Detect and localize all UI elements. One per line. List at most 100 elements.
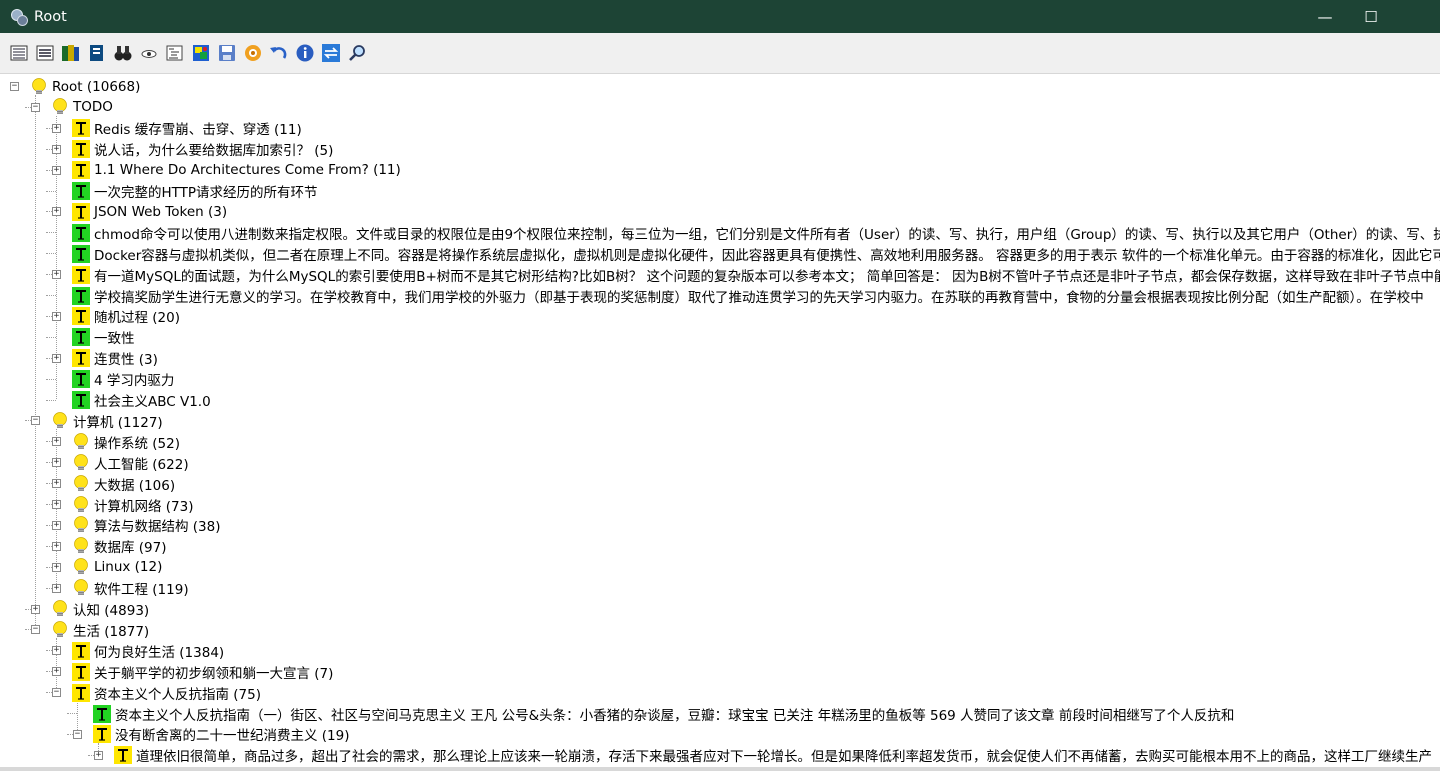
tree-node[interactable]: 资本主义个人反抗指南 (75) <box>72 682 261 703</box>
tree-node[interactable]: 大数据 (106) <box>72 473 175 494</box>
save-icon[interactable] <box>214 40 240 66</box>
tree-node-label: TODO <box>73 99 113 116</box>
collapse-button[interactable]: − <box>52 688 61 698</box>
note-icon <box>72 683 90 702</box>
expand-button[interactable]: + <box>52 520 61 530</box>
expand-button[interactable]: + <box>52 270 61 280</box>
tree-node[interactable]: Linux (12) <box>72 557 162 578</box>
expand-button[interactable]: + <box>52 144 61 154</box>
eye-icon[interactable] <box>136 40 162 66</box>
note-icon <box>72 265 90 284</box>
note-icon <box>93 725 111 744</box>
expand-button[interactable]: + <box>52 437 61 447</box>
expand-button[interactable]: + <box>31 604 40 614</box>
list-view-icon[interactable] <box>6 40 32 66</box>
tree-node-label: JSON Web Token (3) <box>94 203 228 220</box>
tree-node[interactable]: 计算机 (1127) <box>51 410 163 431</box>
tree-node[interactable]: 软件工程 (119) <box>72 578 189 599</box>
tree-node[interactable]: 算法与数据结构 (38) <box>72 515 221 536</box>
tree-node[interactable]: TODO <box>51 97 113 118</box>
tree-node[interactable]: 数据库 (97) <box>72 536 167 557</box>
binoculars-icon[interactable] <box>110 40 136 66</box>
tree-node[interactable]: Docker容器与虚拟机类似，但二者在原理上不同。容器是将操作系统层虚拟化，虚拟… <box>72 243 1440 264</box>
tree-node[interactable]: 生活 (1877) <box>51 619 149 640</box>
tree-node[interactable]: 人工智能 (622) <box>72 452 189 473</box>
book-icon[interactable] <box>84 40 110 66</box>
gear-icon[interactable] <box>240 40 266 66</box>
tree-node-label: 认知 (4893) <box>73 603 150 619</box>
close-button[interactable] <box>1394 0 1440 33</box>
tree-node[interactable]: 社会主义ABC V1.0 <box>72 390 211 411</box>
tree-node[interactable]: 计算机网络 (73) <box>72 494 194 515</box>
tree-node[interactable]: 4 学习内驱力 <box>72 369 174 390</box>
expand-button[interactable]: + <box>52 165 61 175</box>
collapse-button[interactable]: − <box>31 625 40 635</box>
expand-button[interactable]: + <box>52 500 61 509</box>
expand-button[interactable]: + <box>52 562 61 572</box>
expand-button[interactable]: + <box>52 311 61 321</box>
tree-node-label: 一致性 <box>94 331 135 348</box>
tree-node[interactable]: 一次完整的HTTP请求经历的所有环节 <box>72 181 318 202</box>
tree-node[interactable]: 1.1 Where Do Architectures Come From? (1… <box>72 160 401 181</box>
tree-node-label: Docker容器与虚拟机类似，但二者在原理上不同。容器是将操作系统层虚拟化，虚拟… <box>94 247 1440 264</box>
lightbulb-icon <box>72 495 90 514</box>
lightbulb-icon <box>51 98 69 116</box>
tree-node-label: 资本主义个人反抗指南（一）街区、社区与空间马克思主义 王凡 公号&头条：小香猪的… <box>115 707 1235 724</box>
tree-node[interactable]: 一致性 <box>72 327 135 348</box>
tree-node[interactable]: 何为良好生活 (1384) <box>72 640 224 661</box>
collapse-button[interactable]: − <box>10 82 19 91</box>
leaf-note-icon <box>72 370 90 389</box>
collapse-button[interactable]: − <box>31 416 40 426</box>
horizontal-scrollbar[interactable] <box>0 767 1440 771</box>
tree-node[interactable]: 有一道MySQL的面试题，为什么MySQL的索引要使用B+树而不是其它树形结构?… <box>72 264 1440 285</box>
expand-button[interactable]: + <box>52 667 61 677</box>
undo-icon[interactable] <box>266 40 292 66</box>
tree-node[interactable]: JSON Web Token (3) <box>72 201 227 222</box>
tree-node[interactable]: 操作系统 (52) <box>72 431 180 452</box>
tree-node[interactable]: chmod命令可以使用八进制数来指定权限。文件或目录的权限位是由9个权限位来控制… <box>72 222 1440 243</box>
expand-button[interactable]: + <box>52 207 61 217</box>
tree-node[interactable]: Redis 缓存雪崩、击穿、穿透 (11) <box>72 118 302 139</box>
tree-node[interactable]: 说人话，为什么要给数据库加索引？ (5) <box>72 139 333 160</box>
collapse-button[interactable]: − <box>31 102 40 112</box>
tree-node[interactable]: 关于躺平学的初步纲领和躺一大宣言 (7) <box>72 661 333 682</box>
tree-node[interactable]: 资本主义个人反抗指南（一）街区、社区与空间马克思主义 王凡 公号&头条：小香猪的… <box>93 703 1234 724</box>
tree-node[interactable]: 道理依旧很简单，商品过多，超出了社会的需求，那么理论上应该来一轮崩溃，存活下来最… <box>114 745 1432 766</box>
expand-button[interactable]: + <box>52 479 61 489</box>
expand-button[interactable]: + <box>52 123 61 133</box>
outline-icon[interactable] <box>162 40 188 66</box>
tree-node[interactable]: Root (10668) <box>30 76 140 97</box>
tree-node-label: 软件工程 (119) <box>94 582 189 599</box>
expand-button[interactable]: + <box>52 583 61 593</box>
tree-node-label: 一次完整的HTTP请求经历的所有环节 <box>94 185 318 201</box>
tree-node[interactable]: 认知 (4893) <box>51 599 149 620</box>
expand-button[interactable]: + <box>52 458 61 468</box>
tree-node-label: 学校搞奖励学生进行无意义的学习。在学校教育中，我们用学校的外驱力（即基于表现的奖… <box>94 289 1424 306</box>
collapse-button[interactable]: − <box>73 729 82 739</box>
tree-node[interactable]: 学校搞奖励学生进行无意义的学习。在学校教育中，我们用学校的外驱力（即基于表现的奖… <box>72 285 1424 306</box>
tree-node[interactable]: 连贯性 (3) <box>72 348 158 369</box>
expand-button[interactable]: + <box>52 646 61 656</box>
maximize-button[interactable]: ☐ <box>1348 0 1394 33</box>
tree-node[interactable]: 随机过程 (20) <box>72 306 180 327</box>
info-icon[interactable] <box>292 40 318 66</box>
sync-icon[interactable] <box>318 40 344 66</box>
search-icon[interactable] <box>344 40 370 66</box>
toolbar <box>0 33 1440 74</box>
note-icon <box>114 746 132 765</box>
leaf-note-icon <box>93 704 111 723</box>
expand-button[interactable]: + <box>94 750 103 760</box>
tree-node[interactable]: 没有断舍离的二十一世纪消费主义 (19) <box>93 724 350 745</box>
minimize-button[interactable]: — <box>1302 0 1348 33</box>
books-icon[interactable] <box>58 40 84 66</box>
lightbulb-icon <box>51 412 69 430</box>
expand-button[interactable]: + <box>52 353 61 363</box>
note-icon <box>72 349 90 368</box>
note-icon <box>72 641 90 660</box>
expand-button[interactable]: + <box>52 541 61 551</box>
tree-view[interactable]: − Root (10668) − TODO + Redis 缓存雪崩、击穿、穿透 (11)… <box>0 74 1440 771</box>
image-icon[interactable] <box>188 40 214 66</box>
tree-node-label: 算法与数据结构 (38) <box>94 519 221 536</box>
detail-view-icon[interactable] <box>32 40 58 66</box>
tree-connector <box>66 713 77 714</box>
